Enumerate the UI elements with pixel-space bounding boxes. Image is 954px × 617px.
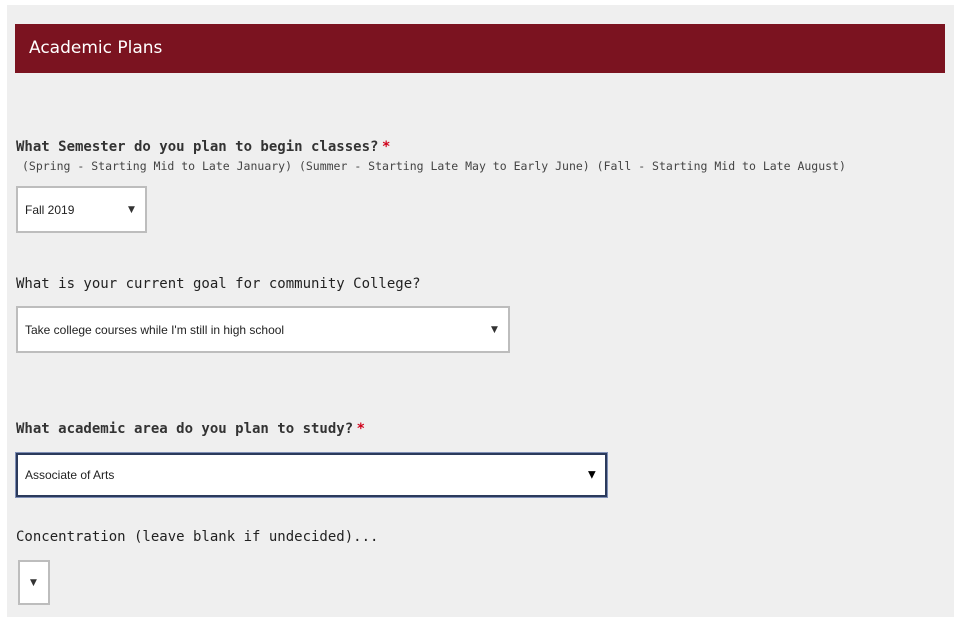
semester-hint: (Spring - Starting Mid to Late January) … — [22, 159, 846, 173]
chevron-down-icon: ▼ — [128, 204, 135, 215]
goal-question: What is your current goal for community … — [16, 276, 421, 292]
area-question-text: What academic area do you plan to study? — [16, 421, 354, 437]
goal-select[interactable]: Take college courses while I'm still in … — [16, 306, 510, 353]
academic-area-select-value: Associate of Arts — [25, 468, 115, 482]
concentration-select[interactable]: ▼ — [18, 560, 50, 605]
semester-select-value: Fall 2019 — [25, 202, 75, 217]
semester-question-text: What Semester do you plan to begin class… — [16, 139, 379, 155]
section-header: Academic Plans — [15, 24, 945, 73]
academic-area-select[interactable]: Associate of Arts ▼ — [16, 453, 607, 497]
concentration-question: Concentration (leave blank if undecided)… — [16, 529, 379, 545]
chevron-down-icon: ▼ — [491, 324, 498, 335]
section-title: Academic Plans — [29, 38, 163, 58]
semester-select[interactable]: Fall 2019 ▼ — [16, 186, 147, 233]
chevron-down-icon: ▼ — [588, 469, 596, 481]
goal-select-value: Take college courses while I'm still in … — [25, 322, 285, 337]
chevron-down-icon: ▼ — [30, 577, 37, 588]
required-marker: * — [382, 139, 390, 155]
required-marker: * — [357, 421, 365, 437]
semester-question: What Semester do you plan to begin class… — [16, 139, 390, 155]
area-question: What academic area do you plan to study?… — [16, 421, 364, 437]
